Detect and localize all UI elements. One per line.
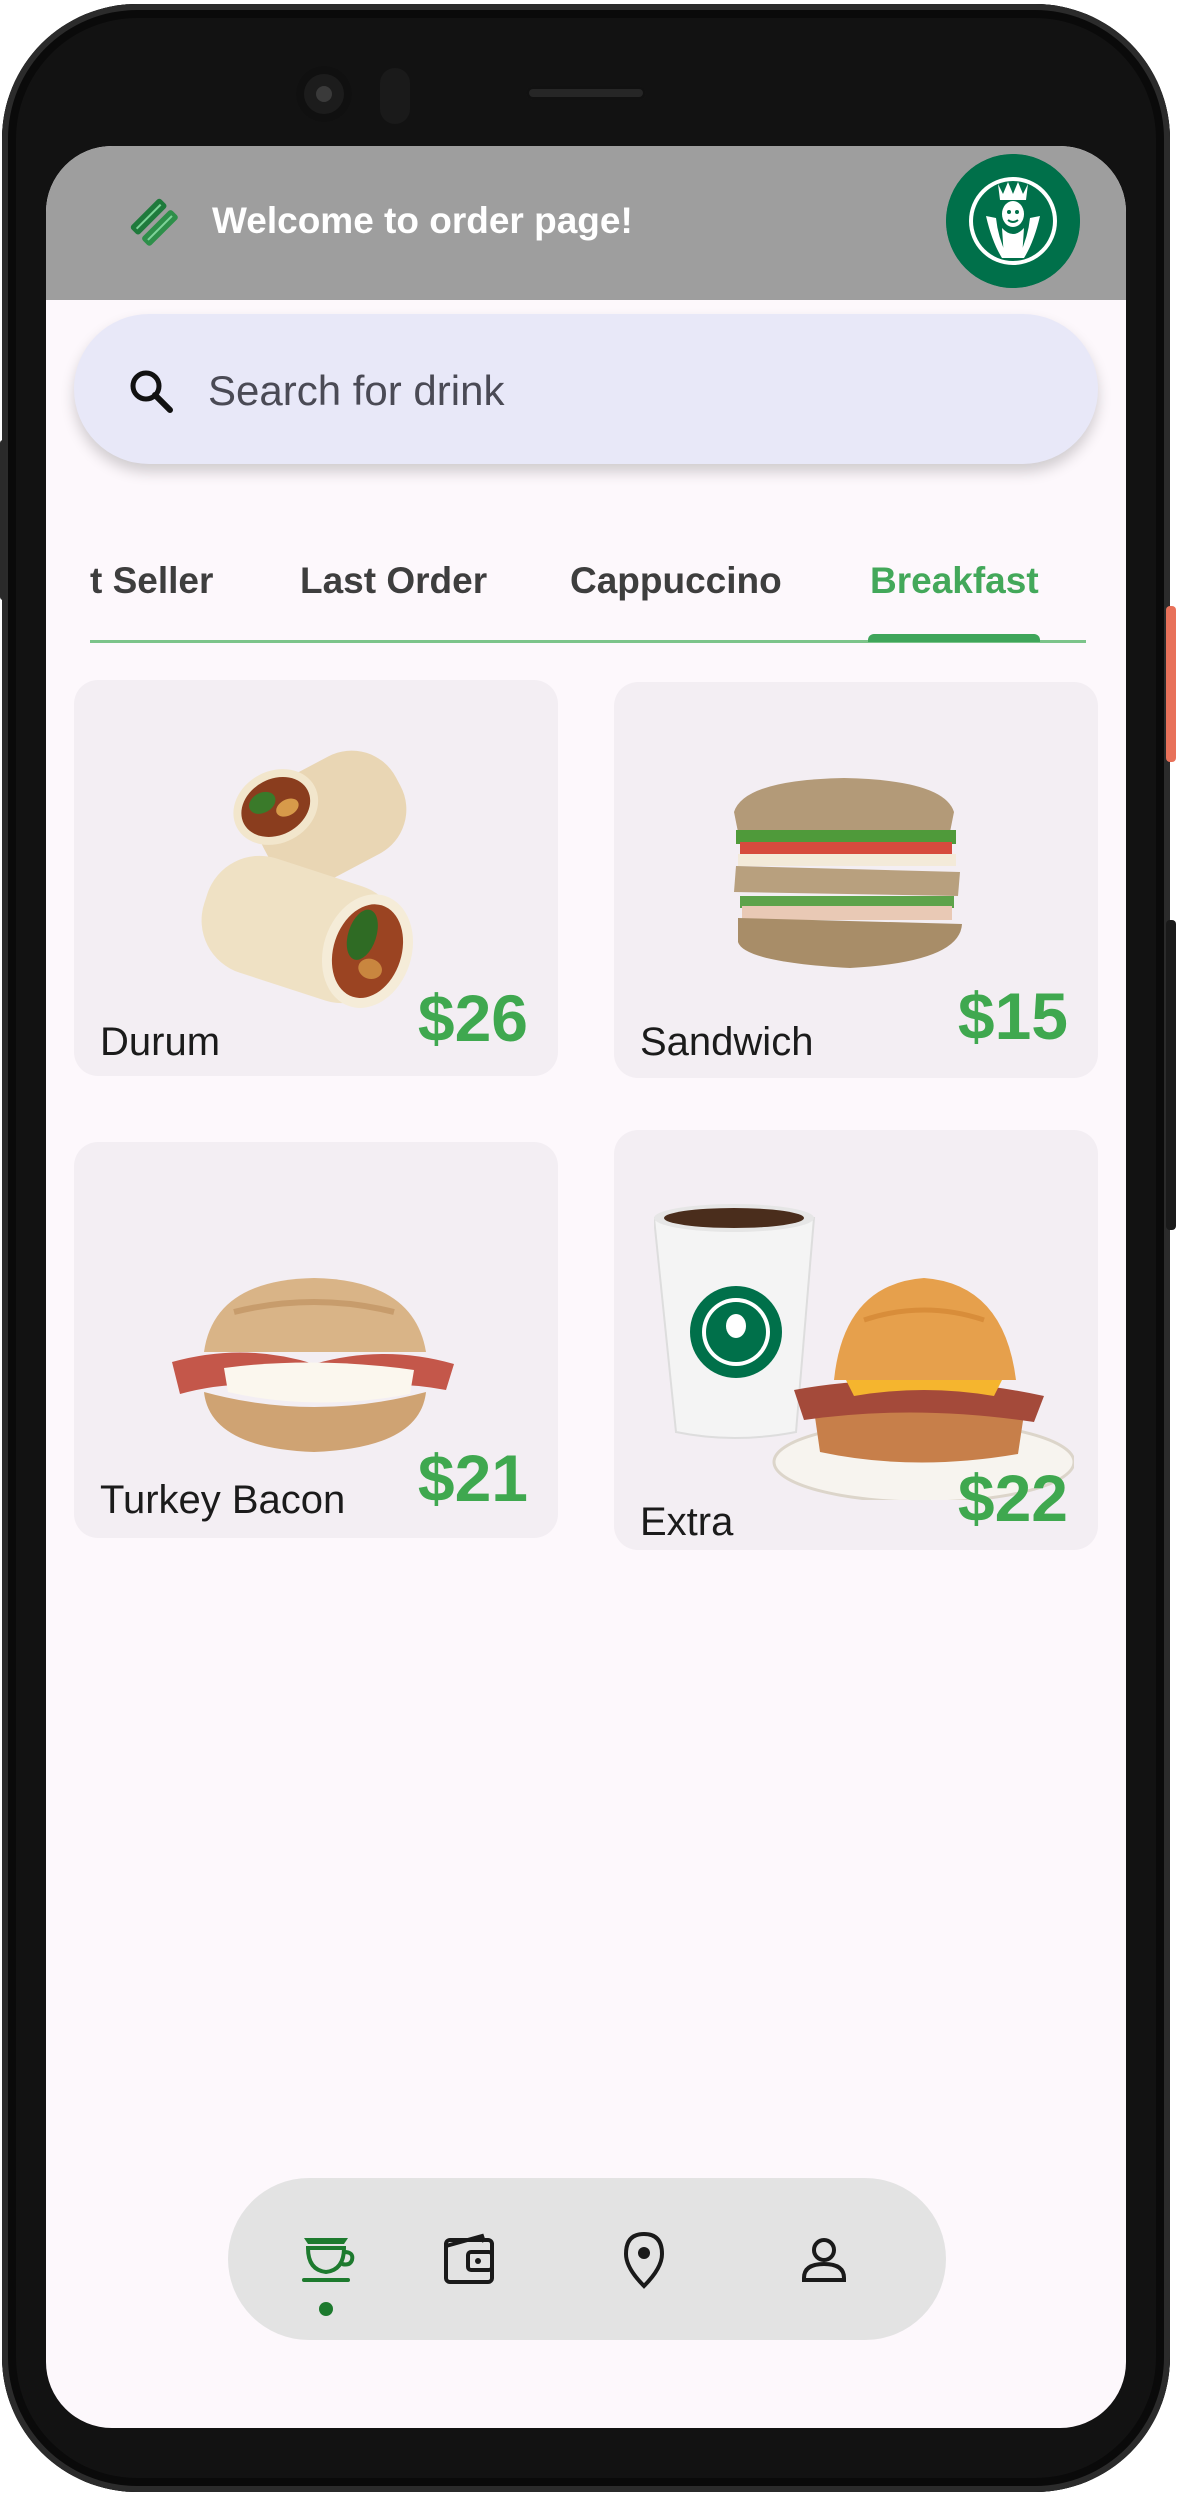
product-price: $26 [417, 981, 528, 1055]
coffee-and-breakfast-sandwich-image [654, 1204, 1074, 1500]
proximity-sensor [380, 68, 410, 124]
app-bar: Welcome to order page! [46, 146, 1126, 300]
bottom-navigation [228, 2178, 946, 2340]
search-bar[interactable] [74, 314, 1098, 464]
product-name: Sandwich [640, 1020, 814, 1064]
app-screen: Welcome to order page! t Selle [46, 146, 1126, 2428]
tab-breakfast[interactable]: Breakfast [870, 560, 1039, 602]
app-logo-icon [130, 198, 178, 246]
siren-logo-icon [946, 154, 1080, 288]
active-tab-indicator [868, 634, 1040, 642]
starbucks-logo-avatar[interactable] [946, 154, 1080, 288]
sandwich-image [734, 778, 962, 968]
product-card-extra[interactable]: Extra $22 [614, 1130, 1098, 1550]
location-pin-icon[interactable] [612, 2228, 676, 2292]
phone-side-button [0, 440, 6, 600]
product-price: $15 [957, 979, 1068, 1053]
profile-icon[interactable] [792, 2228, 856, 2292]
product-card-durum[interactable]: Durum $26 [74, 680, 558, 1076]
wallet-icon[interactable] [438, 2228, 502, 2292]
page-title: Welcome to order page! [212, 200, 633, 241]
product-price: $22 [957, 1461, 1068, 1535]
product-name: Extra [640, 1500, 734, 1544]
product-name: Turkey Bacon [100, 1478, 346, 1522]
tab-cappuccino[interactable]: Cappuccino [570, 560, 782, 602]
tab-last-order[interactable]: Last Order [300, 560, 487, 602]
search-input[interactable] [206, 360, 1030, 422]
earpiece-speaker [526, 86, 646, 100]
search-icon [130, 370, 173, 413]
product-card-sandwich[interactable]: Sandwich $15 [614, 682, 1098, 1078]
product-price: $21 [417, 1441, 528, 1515]
tab-best-seller[interactable]: t Seller [90, 560, 213, 602]
turkey-bacon-sandwich-image [172, 1278, 454, 1452]
active-nav-dot [319, 2302, 333, 2316]
category-tabs: t Seller Last Order Cappuccino Breakfast [90, 546, 1086, 646]
product-card-turkey-bacon[interactable]: Turkey Bacon $21 [74, 1142, 558, 1538]
product-name: Durum [100, 1020, 221, 1064]
power-button [1166, 606, 1176, 762]
volume-button [1166, 920, 1176, 1230]
durum-wrap-image [201, 750, 414, 1008]
front-camera [296, 66, 352, 122]
coffee-cup-icon[interactable] [296, 2228, 360, 2292]
